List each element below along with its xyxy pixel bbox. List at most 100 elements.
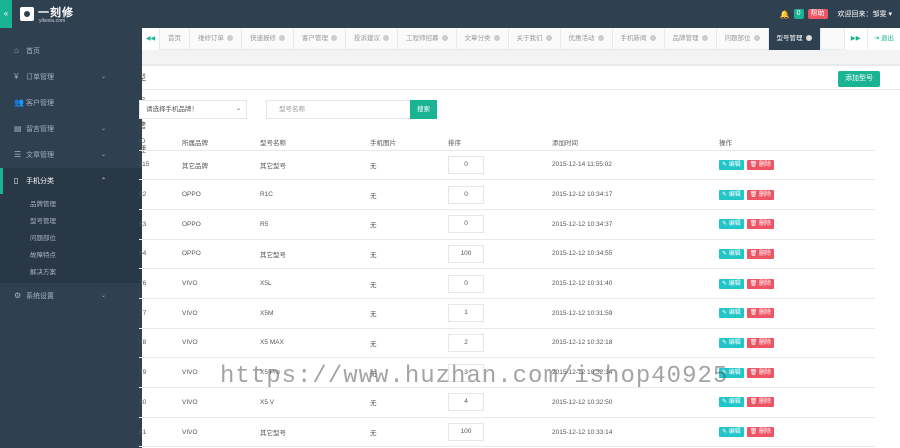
welcome-user-menu[interactable]: 欢迎回来：邹雯 ▾ — [838, 9, 892, 19]
edit-button[interactable]: ✎ 编辑 — [719, 219, 744, 230]
delete-button[interactable]: 🗑 删除 — [746, 308, 775, 319]
sidebar-toggle-button[interactable]: « — [0, 0, 12, 28]
sort-input[interactable]: 0 — [448, 155, 484, 174]
top-bar: « 一刻修 yikexiu.com 🔔 0 帮助 欢迎回来：邹雯 ▾ — [0, 0, 900, 28]
tab-brand-management[interactable]: 品牌管理 — [665, 28, 717, 50]
tab-label: 问题部位 — [724, 35, 751, 42]
tab-about-us[interactable]: 关于我们 — [509, 28, 561, 50]
sidebar-item-articles[interactable]: ☰ 文章管理 ⌄ — [0, 142, 142, 168]
edit-button[interactable]: ✎ 编辑 — [719, 308, 744, 319]
close-icon[interactable] — [649, 35, 656, 42]
sidebar-item-settings[interactable]: ⚙ 系统设置 ⌄ — [0, 283, 142, 309]
subnav-problem-parts[interactable]: 问题部位 — [0, 230, 142, 247]
close-icon[interactable] — [545, 35, 552, 42]
delete-label: 删除 — [759, 429, 772, 436]
edit-button[interactable]: ✎ 编辑 — [719, 278, 744, 289]
sort-input[interactable]: 0 — [448, 215, 484, 234]
subnav-fault-features[interactable]: 故障特点 — [0, 247, 142, 264]
tab-model-management[interactable]: 型号管理 — [768, 28, 821, 50]
model-management-panel: 型号管理 添加型号 请选择手机品牌！ ⌄ 型号名称 搜索 ID 所属品牌 型号名称… — [138, 64, 900, 448]
tab-quick-repair[interactable]: 快速报修 — [242, 28, 294, 50]
sort-input[interactable]: 100 — [448, 423, 484, 442]
tab-customers[interactable]: 客户管理 — [294, 28, 346, 50]
sort-input[interactable]: 4 — [448, 393, 484, 412]
help-badge[interactable]: 帮助 — [807, 9, 828, 19]
close-icon[interactable] — [227, 35, 233, 42]
cell-id: 76 — [139, 268, 182, 299]
cell-time: 2015-12-14 11:55:02 — [552, 150, 719, 181]
delete-button[interactable]: 🗑 删除 — [746, 219, 775, 230]
close-icon[interactable] — [701, 35, 708, 42]
edit-button[interactable]: ✎ 编辑 — [719, 397, 744, 408]
close-icon[interactable] — [493, 35, 500, 42]
tab-label: 维修订单 — [198, 35, 224, 42]
sort-input[interactable]: 100 — [448, 244, 484, 263]
sidebar-item-phone-category[interactable]: ▯ 手机分类 ⌃ — [0, 168, 142, 194]
delete-button[interactable]: 🗑 删除 — [746, 189, 775, 200]
column-header: 排序 — [448, 134, 552, 151]
table-row: 77 VIVO X5M 无 1 2015-12-12 10:31:59 ✎ 编辑 🗑 删除 — [139, 298, 875, 329]
sort-input[interactable]: 2 — [448, 333, 484, 352]
tab-home[interactable]: 首页 — [160, 28, 190, 50]
notification-count-badge[interactable]: 0 — [793, 9, 804, 19]
subnav-solutions[interactable]: 解决方案 — [0, 264, 142, 281]
edit-button[interactable]: ✎ 编辑 — [719, 189, 744, 200]
sidebar-item-label: 文章管理 — [26, 152, 54, 159]
sort-input[interactable]: 0 — [448, 185, 484, 204]
close-icon[interactable] — [441, 35, 448, 42]
tab-complaints[interactable]: 投诉建议 — [346, 28, 398, 50]
search-button[interactable]: 搜索 — [410, 100, 437, 119]
cell-model: 其它型号 — [260, 239, 370, 270]
sort-input[interactable]: 0 — [448, 274, 484, 293]
tab-repair-orders[interactable]: 维修订单 — [190, 28, 242, 50]
sidebar-item-messages[interactable]: ▤ 留言管理 ⌄ — [0, 116, 142, 142]
close-icon[interactable] — [331, 35, 337, 42]
tab-problem-parts[interactable]: 问题部位 — [717, 28, 769, 50]
subnav-model-management[interactable]: 型号管理 — [0, 213, 142, 230]
add-model-button[interactable]: 添加型号 — [838, 71, 880, 87]
cell-model: X5M — [260, 298, 370, 329]
tab-label: 品牌管理 — [672, 35, 699, 42]
edit-button[interactable]: ✎ 编辑 — [719, 337, 744, 348]
tab-phone-news[interactable]: 手机新闻 — [613, 28, 665, 50]
chevron-down-icon: ⌄ — [100, 126, 106, 132]
close-icon[interactable] — [753, 35, 760, 42]
edit-icon: ✎ — [722, 161, 728, 168]
subnav-brand-management[interactable]: 品牌管理 — [0, 196, 142, 213]
model-name-input[interactable]: 型号名称 — [266, 100, 412, 119]
edit-button[interactable]: ✎ 编辑 — [719, 248, 744, 259]
close-icon[interactable] — [597, 35, 604, 42]
sidebar-item-home[interactable]: ⌂ 首页 — [0, 38, 142, 64]
table-row: 83 OPPO R5 无 0 2015-12-12 10:34:37 ✎ 编辑 🗑 删除 — [139, 209, 875, 240]
tab-label: 工程师招募 — [406, 35, 439, 42]
tab-engineer-recruit[interactable]: 工程师招募 — [398, 28, 457, 50]
delete-button[interactable]: 🗑 删除 — [746, 367, 775, 378]
edit-button[interactable]: ✎ 编辑 — [719, 427, 744, 438]
tab-scroll-left-button[interactable]: ◀◀ — [142, 28, 160, 50]
cell-model: R5 — [260, 209, 370, 240]
delete-button[interactable]: 🗑 删除 — [746, 397, 775, 408]
delete-button[interactable]: 🗑 删除 — [746, 248, 775, 259]
bell-icon[interactable]: 🔔 — [780, 10, 790, 19]
sort-input[interactable]: 1 — [448, 304, 484, 323]
cell-actions: ✎ 编辑 🗑 删除 — [719, 209, 875, 240]
cell-id: 84 — [139, 239, 182, 270]
tab-promotions[interactable]: 优惠活动 — [561, 28, 613, 50]
delete-button[interactable]: 🗑 删除 — [746, 159, 775, 170]
sidebar-item-orders[interactable]: ¥ 订单管理 ⌄ — [0, 64, 142, 90]
delete-button[interactable]: 🗑 删除 — [746, 427, 775, 438]
tab-scroll-right-button[interactable]: ▶▶ — [843, 28, 867, 50]
close-icon[interactable] — [279, 35, 285, 42]
edit-button[interactable]: ✎ 编辑 — [719, 159, 744, 170]
tab-article-category[interactable]: 文章分类 — [457, 28, 509, 50]
delete-button[interactable]: 🗑 删除 — [746, 278, 775, 289]
logo-domain: yikexiu.com — [39, 18, 66, 24]
logout-button[interactable]: ⇥ 退出 — [866, 28, 900, 50]
close-icon[interactable] — [383, 35, 389, 42]
sidebar-item-label: 客户管理 — [26, 100, 54, 107]
delete-button[interactable]: 🗑 删除 — [746, 337, 775, 348]
cell-time: 2015-12-12 10:33:14 — [552, 417, 719, 448]
brand-select[interactable]: 请选择手机品牌！ ⌄ — [139, 100, 247, 119]
close-icon[interactable] — [805, 35, 812, 42]
sidebar-item-customers[interactable]: 👥 客户管理 — [0, 90, 142, 116]
